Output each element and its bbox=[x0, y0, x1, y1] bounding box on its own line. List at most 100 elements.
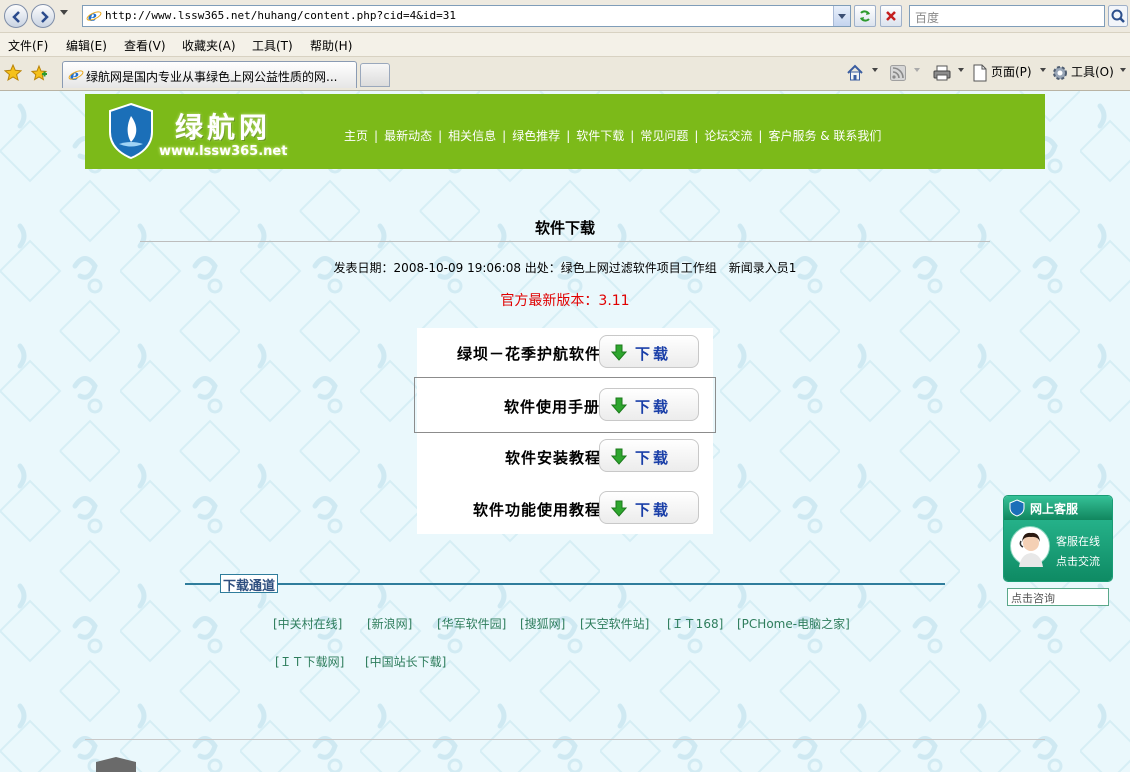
download-row: 软件功能使用教程 下载 bbox=[417, 484, 713, 536]
channel-link[interactable]: [PCHome-电脑之家] bbox=[737, 615, 850, 632]
search-placeholder: 百度 bbox=[915, 11, 940, 25]
nav-green-recommend[interactable]: 绿色推荐 bbox=[512, 129, 560, 143]
article-meta: 发表日期：2008-10-09 19:06:08 出处：绿色上网过滤软件项目工作… bbox=[333, 261, 797, 275]
page-menu[interactable]: 页面(P) bbox=[991, 63, 1032, 81]
site-header: 绿航网 www.lssw365.net 主页 | 最新动态 | 相关信息 | 绿色推荐 | 软件… bbox=[85, 94, 1045, 169]
channel-link[interactable]: [搜狐网] bbox=[520, 615, 565, 632]
channel-link[interactable]: [新浪网] bbox=[367, 615, 412, 632]
channel-link[interactable]: [ＩＴ下载网] bbox=[275, 653, 344, 670]
print-dropdown-icon[interactable] bbox=[958, 68, 964, 72]
channel-link[interactable]: [天空软件站] bbox=[580, 615, 649, 632]
forward-arrow-icon bbox=[41, 11, 49, 23]
history-dropdown-icon[interactable] bbox=[60, 10, 68, 15]
refresh-button[interactable] bbox=[854, 5, 876, 27]
back-button[interactable] bbox=[4, 4, 28, 28]
search-input[interactable]: 百度 bbox=[909, 5, 1105, 27]
online-service-widget[interactable]: 网上客服 客服在线 点击交流 bbox=[1003, 495, 1113, 582]
stop-button[interactable] bbox=[880, 5, 902, 27]
tab-active[interactable]: e 绿航网是国内专业从事绿色上网公益性质的网... bbox=[62, 61, 357, 88]
print-icon[interactable] bbox=[932, 64, 952, 82]
menu-favorites[interactable]: 收藏夹(A) bbox=[182, 37, 236, 54]
address-url[interactable]: http://www.lssw365.net/huhang/content.ph… bbox=[105, 9, 456, 22]
menu-tools[interactable]: 工具(T) bbox=[252, 37, 293, 54]
web-page: 绿航网 www.lssw365.net 主页 | 最新动态 | 相关信息 | 绿色推荐 | 软件… bbox=[0, 91, 1130, 772]
top-navigation: 主页 | 最新动态 | 相关信息 | 绿色推荐 | 软件下载 | 常见问题 | 论坛交流 | 客户服务 & … bbox=[344, 129, 882, 143]
consult-input[interactable]: 点击咨询 bbox=[1007, 588, 1109, 606]
download-button[interactable]: 下载 bbox=[599, 335, 699, 368]
download-arrow-icon bbox=[610, 500, 628, 517]
channel-link[interactable]: [华军软件园] bbox=[437, 615, 506, 632]
address-bar[interactable]: e http://www.lssw365.net/huhang/content.… bbox=[82, 5, 851, 27]
channel-title: 下载通道 bbox=[220, 574, 279, 594]
page-title: 软件下载 bbox=[534, 219, 595, 237]
page-dropdown-icon[interactable] bbox=[1040, 68, 1046, 72]
nav-forum[interactable]: 论坛交流 bbox=[704, 129, 752, 143]
download-list: 绿坝－花季护航软件 下载 软件使用手册 下载 软件安装教程 下载 软件功能使用教… bbox=[414, 328, 716, 536]
tools-dropdown-icon[interactable] bbox=[1120, 68, 1126, 72]
download-arrow-icon bbox=[610, 397, 628, 414]
add-favorite-icon[interactable] bbox=[30, 64, 48, 82]
download-label: 软件功能使用教程 bbox=[472, 501, 601, 519]
service-chat-text: 点击交流 bbox=[1056, 555, 1100, 568]
footer-divider bbox=[85, 739, 1045, 740]
download-row: 绿坝－花季护航软件 下载 bbox=[417, 328, 713, 380]
shield-icon bbox=[1009, 499, 1025, 517]
nav-related-info[interactable]: 相关信息 bbox=[448, 129, 496, 143]
home-icon[interactable] bbox=[846, 64, 864, 82]
download-arrow-icon bbox=[610, 344, 628, 361]
menu-edit[interactable]: 编辑(E) bbox=[66, 37, 107, 54]
channel-link[interactable]: [ＩＴ168] bbox=[667, 615, 723, 632]
nav-customer-service[interactable]: 客户服务 & 联系我们 bbox=[768, 129, 881, 143]
favorites-star-icon[interactable] bbox=[4, 64, 22, 82]
tab-title: 绿航网是国内专业从事绿色上网公益性质的网... bbox=[86, 70, 338, 84]
stop-icon bbox=[886, 11, 896, 21]
service-online-text: 客服在线 bbox=[1056, 535, 1100, 548]
site-logo-url: www.lssw365.net bbox=[159, 144, 288, 159]
service-header-text: 网上客服 bbox=[1030, 502, 1079, 516]
channel-link[interactable]: [中关村在线] bbox=[273, 615, 342, 632]
site-logo-text: 绿航网 bbox=[175, 111, 272, 144]
forward-button[interactable] bbox=[31, 4, 55, 28]
page-icon[interactable] bbox=[972, 64, 988, 82]
refresh-icon bbox=[860, 10, 870, 22]
feeds-dropdown-icon[interactable] bbox=[914, 68, 920, 72]
svg-text:e: e bbox=[88, 9, 97, 24]
shield-logo-icon[interactable] bbox=[107, 102, 155, 160]
agent-avatar-icon bbox=[1019, 532, 1043, 567]
back-arrow-icon bbox=[12, 11, 20, 23]
gear-icon[interactable] bbox=[1051, 64, 1069, 82]
avatar bbox=[1010, 526, 1050, 567]
new-tab-button[interactable] bbox=[360, 63, 390, 87]
channel-divider bbox=[185, 583, 945, 585]
ie-tab-icon: e bbox=[68, 68, 84, 83]
menu-view[interactable]: 查看(V) bbox=[124, 37, 166, 54]
channel-link[interactable]: [中国站长下载] bbox=[365, 653, 446, 670]
article: 软件下载 发表日期：2008-10-09 19:06:08 出处：绿色上网过滤软… bbox=[140, 169, 990, 769]
nav-home[interactable]: 主页 bbox=[344, 129, 368, 143]
address-dropdown-icon[interactable] bbox=[833, 6, 850, 26]
title-divider bbox=[140, 241, 990, 242]
download-button[interactable]: 下载 bbox=[599, 439, 699, 472]
download-button[interactable]: 下载 bbox=[599, 388, 699, 421]
download-label: 软件使用手册 bbox=[503, 398, 600, 416]
download-row: 软件安装教程 下载 bbox=[417, 432, 713, 484]
search-icon[interactable] bbox=[1108, 5, 1128, 27]
home-dropdown-icon[interactable] bbox=[872, 68, 878, 72]
menu-bar: 文件(F) 编辑(E) 查看(V) 收藏夹(A) 工具(T) 帮助(H) bbox=[0, 33, 1130, 57]
nav-software-download[interactable]: 软件下载 bbox=[576, 129, 624, 143]
version-notice: 官方最新版本：3.11 bbox=[500, 293, 630, 309]
download-button[interactable]: 下载 bbox=[599, 491, 699, 524]
ie-page-icon: e bbox=[86, 9, 102, 24]
menu-file[interactable]: 文件(F) bbox=[8, 37, 48, 54]
footer-shield-icon bbox=[96, 757, 136, 772]
service-body[interactable]: 客服在线 点击交流 bbox=[1004, 520, 1112, 581]
download-label: 绿坝－花季护航软件 bbox=[456, 345, 601, 363]
feeds-icon[interactable] bbox=[890, 64, 906, 82]
tools-menu[interactable]: 工具(O) bbox=[1071, 63, 1114, 81]
download-arrow-icon bbox=[610, 448, 628, 465]
nav-faq[interactable]: 常见问题 bbox=[640, 129, 688, 143]
svg-text:e: e bbox=[70, 68, 79, 83]
nav-news[interactable]: 最新动态 bbox=[384, 129, 432, 143]
download-label: 软件安装教程 bbox=[504, 449, 601, 467]
menu-help[interactable]: 帮助(H) bbox=[310, 37, 352, 54]
